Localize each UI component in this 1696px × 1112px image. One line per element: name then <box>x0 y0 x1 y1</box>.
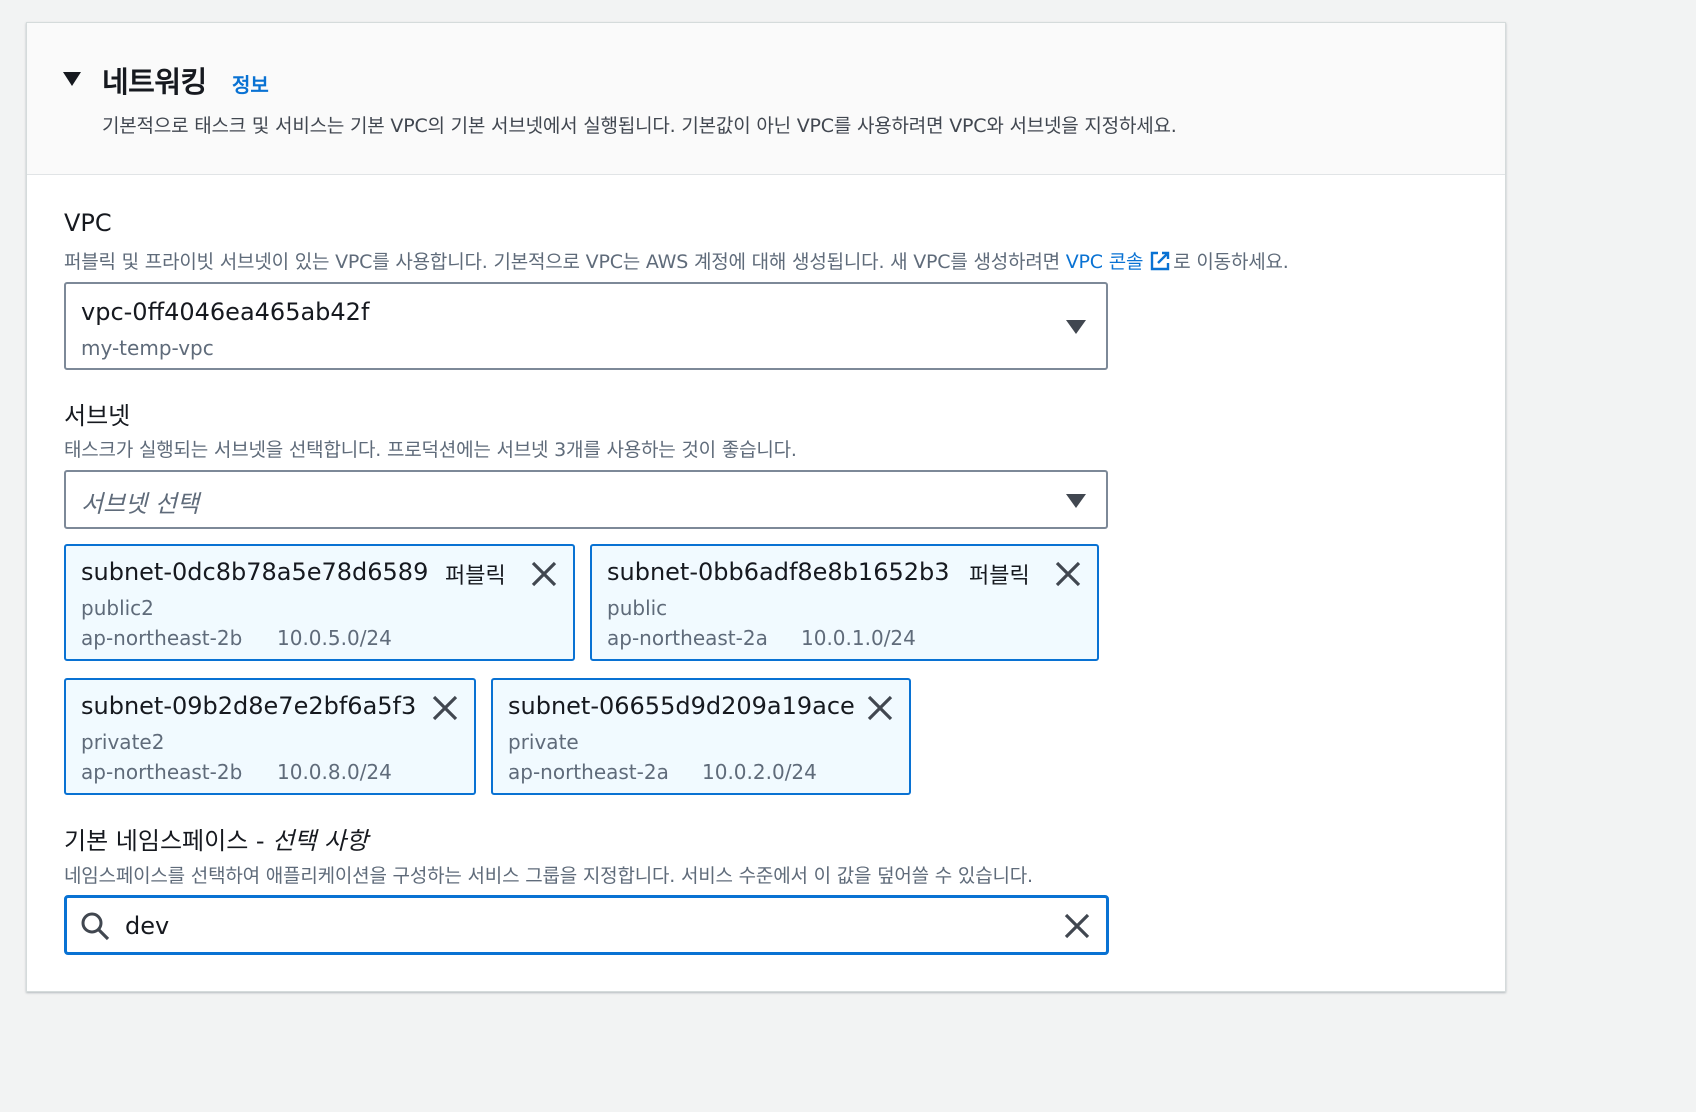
namespace-label-text: 기본 네임스페이스 - <box>64 827 273 855</box>
subnet-token-cidr: 10.0.8.0/24 <box>277 760 392 784</box>
subnet-token-id: subnet-0dc8b78a5e78d6589 <box>81 558 429 586</box>
caret-down-icon <box>1066 320 1086 334</box>
remove-token-icon[interactable] <box>430 693 460 723</box>
vpc-console-link[interactable]: VPC 콘솔 <box>1066 251 1144 273</box>
namespace-input[interactable] <box>125 912 1025 940</box>
namespace-optional: 선택 사항 <box>272 827 369 855</box>
subnet-token-tag: 퍼블릭 <box>969 564 1030 589</box>
subnet-token: subnet-06655d9d209a19ace private ap-nort… <box>491 678 911 795</box>
subnet-token-cidr: 10.0.2.0/24 <box>702 760 817 784</box>
subnet-token: subnet-0dc8b78a5e78d6589 퍼블릭 public2 ap-… <box>64 544 575 661</box>
subnet-token: subnet-09b2d8e7e2bf6a5f3 private2 ap-nor… <box>64 678 476 795</box>
subnet-token-id: subnet-09b2d8e7e2bf6a5f3 <box>81 692 417 720</box>
subnet-token-tag: 퍼블릭 <box>445 564 506 589</box>
vpc-label: VPC <box>64 209 112 237</box>
vpc-select[interactable]: vpc-0ff4046ea465ab42f my-temp-vpc <box>64 282 1108 370</box>
info-link[interactable]: 정보 <box>232 69 269 98</box>
subnet-token-name: private2 <box>81 730 165 754</box>
subnet-token-name: public2 <box>81 596 154 620</box>
namespace-description: 네임스페이스를 선택하여 애플리케이션을 구성하는 서비스 그룹을 지정합니다.… <box>64 865 1033 887</box>
external-link-icon[interactable] <box>1149 250 1171 272</box>
subnet-token-cidr: 10.0.1.0/24 <box>801 626 916 650</box>
networking-panel: 네트워킹 정보 기본적으로 태스크 및 서비스는 기본 VPC의 기본 서브넷에… <box>26 22 1506 992</box>
caret-down-icon <box>1066 494 1086 508</box>
remove-token-icon[interactable] <box>1053 559 1083 589</box>
subnet-token-az: ap-northeast-2b <box>81 760 243 784</box>
remove-token-icon[interactable] <box>529 559 559 589</box>
subnet-select[interactable]: 서브넷 선택 <box>64 470 1108 529</box>
vpc-description-text: 퍼블릭 및 프라이빗 서브넷이 있는 VPC를 사용합니다. 기본적으로 VPC… <box>64 251 1066 273</box>
subnet-token: subnet-0bb6adf8e8b1652b3 퍼블릭 public ap-n… <box>590 544 1099 661</box>
subnet-token-az: ap-northeast-2a <box>607 626 768 650</box>
subnet-token-az: ap-northeast-2a <box>508 760 669 784</box>
subnet-label: 서브넷 <box>64 402 131 430</box>
vpc-description: 퍼블릭 및 프라이빗 서브넷이 있는 VPC를 사용합니다. 기본적으로 VPC… <box>64 247 1289 274</box>
vpc-selected-name: my-temp-vpc <box>81 336 214 360</box>
subnet-token-az: ap-northeast-2b <box>81 626 243 650</box>
search-icon <box>81 912 110 941</box>
subnet-token-id: subnet-0bb6adf8e8b1652b3 <box>607 558 950 586</box>
subnet-token-cidr: 10.0.5.0/24 <box>277 626 392 650</box>
clear-icon[interactable] <box>1062 911 1092 941</box>
subnet-token-name: public <box>607 596 668 620</box>
subnet-placeholder: 서브넷 선택 <box>81 490 200 518</box>
networking-header: 네트워킹 정보 기본적으로 태스크 및 서비스는 기본 VPC의 기본 서브넷에… <box>27 23 1505 175</box>
remove-token-icon[interactable] <box>865 693 895 723</box>
collapse-caret-icon[interactable] <box>63 72 81 86</box>
section-description: 기본적으로 태스크 및 서비스는 기본 VPC의 기본 서브넷에서 실행됩니다.… <box>102 115 1177 137</box>
subnet-token-name: private <box>508 730 579 754</box>
namespace-search[interactable] <box>64 895 1109 955</box>
section-title[interactable]: 네트워킹 <box>102 59 207 101</box>
vpc-selected-id: vpc-0ff4046ea465ab42f <box>81 298 370 326</box>
namespace-label: 기본 네임스페이스 - 선택 사항 <box>64 821 368 856</box>
subnet-description: 태스크가 실행되는 서브넷을 선택합니다. 프로덕션에는 서브넷 3개를 사용하… <box>64 439 797 461</box>
vpc-description-suffix: 로 이동하세요. <box>1173 251 1289 273</box>
subnet-token-id: subnet-06655d9d209a19ace <box>508 692 855 720</box>
